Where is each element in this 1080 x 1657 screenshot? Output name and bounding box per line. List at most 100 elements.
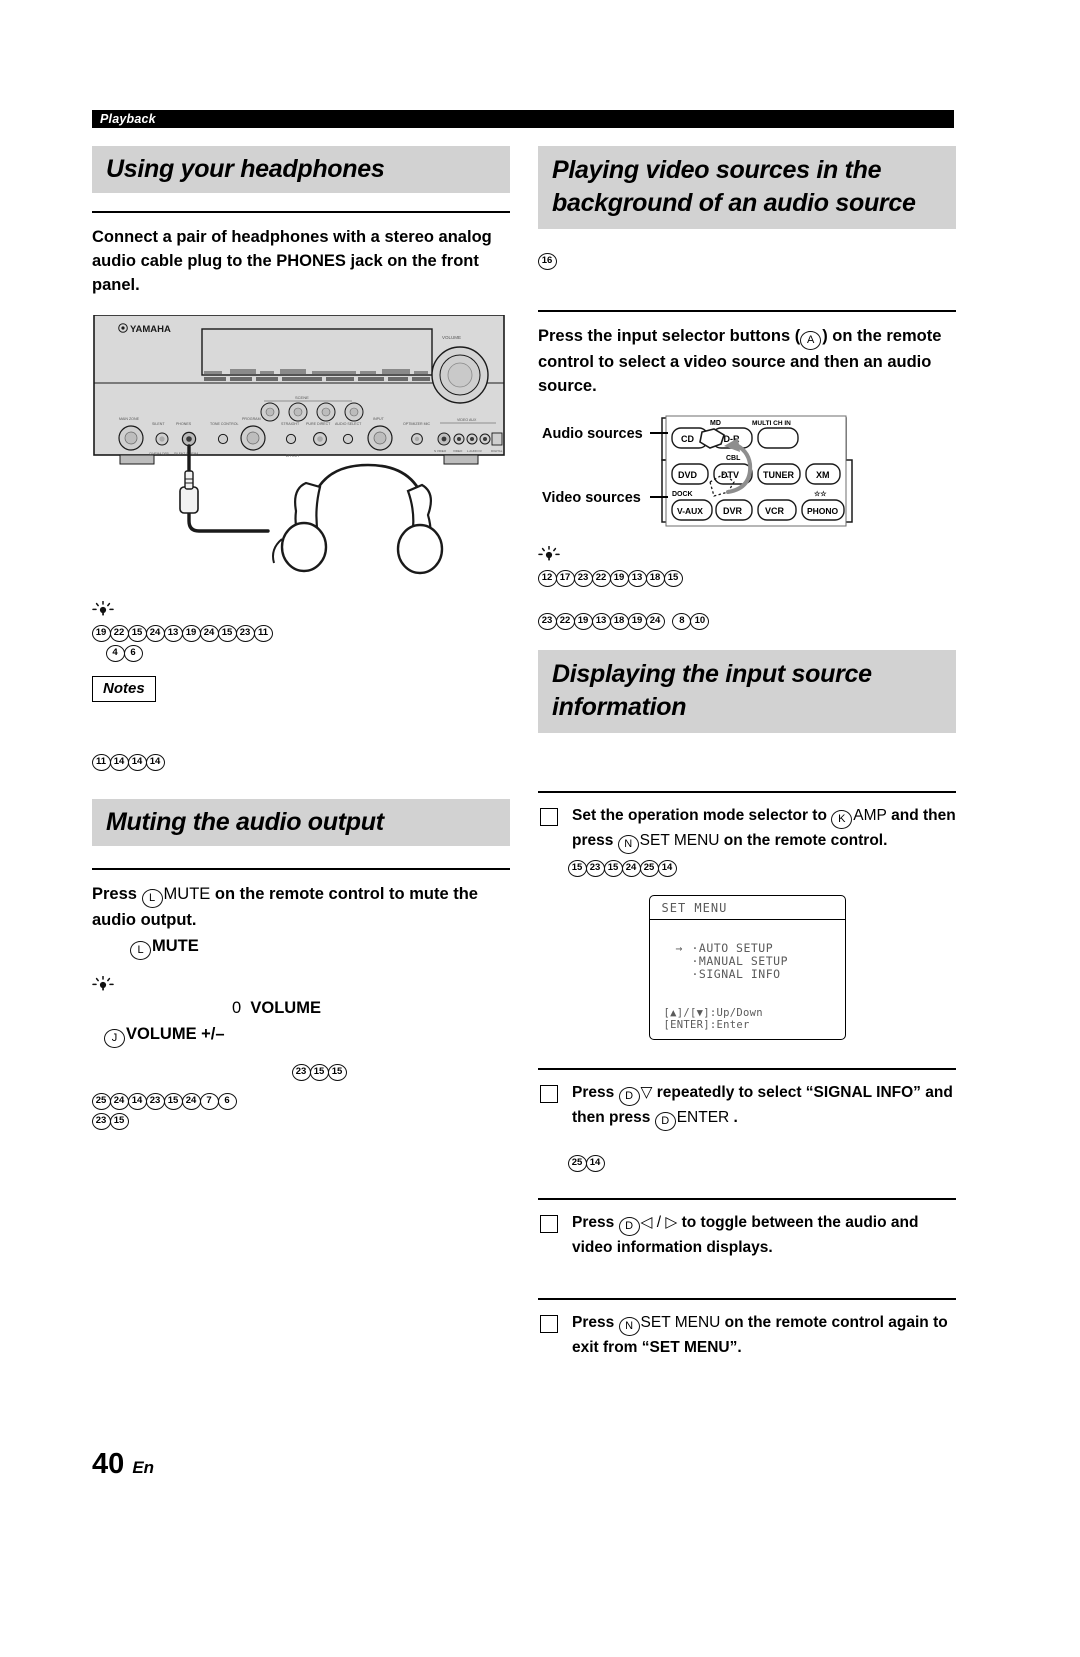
svg-text:PHONO: PHONO [807, 506, 839, 516]
marker-badge-l: L [130, 941, 151, 960]
svg-text:V-AUX: V-AUX [677, 506, 703, 516]
svg-text:VCR: VCR [765, 506, 785, 516]
notes-badge: Notes [92, 676, 156, 702]
step-pre: Press [572, 1214, 619, 1231]
section-heading-display-input-info: Displaying the input source information [538, 650, 956, 733]
audio-sources-label: Audio sources [542, 426, 643, 442]
ref-badge: 19 [609, 570, 629, 587]
mute-tip-volume-marker-line: J VOLUME +/– [92, 1022, 510, 1048]
ref-badge: 24 [181, 1093, 201, 1110]
tip-refs-1-line1: 19 22 15 24 13 19 24 15 23 11 [91, 623, 510, 642]
marker-badge-d: D [618, 1087, 640, 1106]
svg-text:INPUT: INPUT [373, 417, 385, 421]
tip-icon-1 [92, 601, 114, 617]
ref-badge: 4 [105, 645, 125, 662]
ref-badge: 15 [663, 570, 683, 587]
lead-pre: Press the input selector buttons ( [538, 327, 801, 345]
step-text: Set the operation mode selector to K AMP … [572, 804, 956, 854]
ref-badge: 10 [690, 613, 710, 630]
section-heading-playing-video-bg: Playing video sources in the background … [538, 146, 956, 229]
ref-badge: 15 [217, 625, 237, 642]
tip-refs-1-line2: 46 [92, 643, 510, 662]
document-page: Playback Using your headphones Connect a… [0, 0, 1080, 1657]
marker-badge-d: D [618, 1217, 640, 1236]
ref-badge: 14 [127, 754, 147, 771]
ref-badge: 8 [672, 613, 692, 630]
ref-badge: 18 [609, 613, 629, 630]
headphones-lead-text: Connect a pair of headphones with a ster… [92, 228, 492, 294]
step-checkbox[interactable] [540, 1315, 558, 1333]
mute-refs-line2: 23 15 [91, 1111, 510, 1130]
ref-badge: 11 [91, 754, 111, 771]
ref-badge: 23 [537, 613, 557, 630]
marker-badge-n: N [617, 835, 639, 854]
svg-text:CD: CD [681, 434, 694, 444]
ref-badge: 17 [555, 570, 575, 587]
ref-badge: 22 [109, 625, 129, 642]
ref-badge: 23 [573, 570, 593, 587]
step-1-refs: 15 23 15 24 25 14 [538, 858, 956, 877]
receiver-front-panel-svg: YAMAHA VOLUME SCENE MAIN ZONE SILENT CIN… [93, 314, 505, 575]
running-head: Playback [92, 110, 954, 128]
ref-badge: 15 [109, 1113, 129, 1130]
ref-badge: 22 [591, 570, 611, 587]
marker-badge-a: A [800, 331, 822, 350]
ref-badge: 24 [199, 625, 219, 642]
step-mid1: ◁ / ▷ [640, 1214, 678, 1231]
step-mid1: ▽ [640, 1084, 653, 1101]
svg-text:PROGRAM: PROGRAM [242, 417, 261, 421]
heading-text: Muting the audio output [106, 808, 384, 836]
ref-badge: 24 [109, 1093, 129, 1110]
svg-text:DTV: DTV [721, 470, 739, 480]
svg-text:EFFECT: EFFECT [286, 454, 299, 458]
svg-text:CBL: CBL [726, 455, 741, 462]
video-bg-lead-text: Press the input selector buttons (A) on … [538, 324, 956, 398]
left-column: Using your headphones Connect a pair of … [91, 146, 510, 1130]
step-text: Press D ▽ repeatedly to select “SIGNAL IN… [572, 1081, 956, 1131]
svg-text:PURE DIRECT: PURE DIRECT [306, 422, 331, 426]
ref-badge: 24 [621, 860, 641, 877]
ref-badge: 19 [181, 625, 201, 642]
step-checkbox[interactable] [540, 1215, 558, 1233]
step-checkbox[interactable] [540, 1085, 558, 1103]
svg-text:DVR: DVR [723, 506, 743, 516]
running-head-label: Playback [100, 112, 156, 126]
ref-badge: 15 [567, 860, 587, 877]
ref-badge: 19 [573, 613, 593, 630]
ref-badge: 22 [555, 613, 575, 630]
osd-item[interactable]: ·SIGNAL INFO [692, 968, 845, 981]
ref-badge: 23 [145, 1093, 165, 1110]
step-pre: Press [572, 1084, 619, 1101]
ref-badge: 24 [145, 625, 165, 642]
step-item-4: Press N SET MENU on the remote control ag… [538, 1298, 956, 1362]
step-item-2: Press D ▽ repeatedly to select “SIGNAL IN… [538, 1068, 956, 1172]
folio-number: 40 [92, 1448, 125, 1480]
svg-text:XM: XM [816, 470, 830, 480]
heading-text: Playing video sources in the background … [552, 156, 916, 217]
tip-icon-3 [538, 546, 560, 562]
mute-refs-right: 23 15 15 [92, 1062, 510, 1081]
svg-text:PHONES: PHONES [176, 422, 192, 426]
osd-set-menu: SET MENU → ·AUTO SETUP ·MANUAL SETUP ·SI… [648, 895, 846, 1040]
step-item-3: Press D ◁ / ▷ to toggle between the audio… [538, 1198, 956, 1262]
step-mid3: ENTER [676, 1109, 730, 1126]
ref-badge: 25 [567, 1155, 587, 1172]
svg-text:AUDIO SELECT: AUDIO SELECT [335, 422, 362, 426]
svg-text:VIDEO: VIDEO [453, 449, 463, 453]
step-mid1: AMP [853, 807, 887, 824]
heading-rule [538, 310, 956, 312]
ref-badge: 23 [291, 1064, 311, 1081]
ref-badge: 15 [603, 860, 623, 877]
ref-badge: 25 [639, 860, 659, 877]
mute-lead-pre: Press [92, 885, 142, 903]
mute-tip-value: 0 [232, 999, 242, 1017]
ref-badge: 12 [537, 570, 557, 587]
step-checkbox[interactable] [540, 808, 558, 826]
remote-input-selector-svg: Audio sources Video sources MD MULTI CH … [542, 415, 853, 527]
svg-text:S VIDEO: S VIDEO [434, 449, 447, 453]
ref-badge: 14 [145, 754, 165, 771]
svg-text:L AUDIO R: L AUDIO R [467, 449, 483, 453]
step-text: Press D ◁ / ▷ to toggle between the audio… [572, 1211, 956, 1260]
svg-text:VIDEO AUX: VIDEO AUX [457, 418, 477, 422]
marker-badge-j: J [104, 1029, 125, 1048]
